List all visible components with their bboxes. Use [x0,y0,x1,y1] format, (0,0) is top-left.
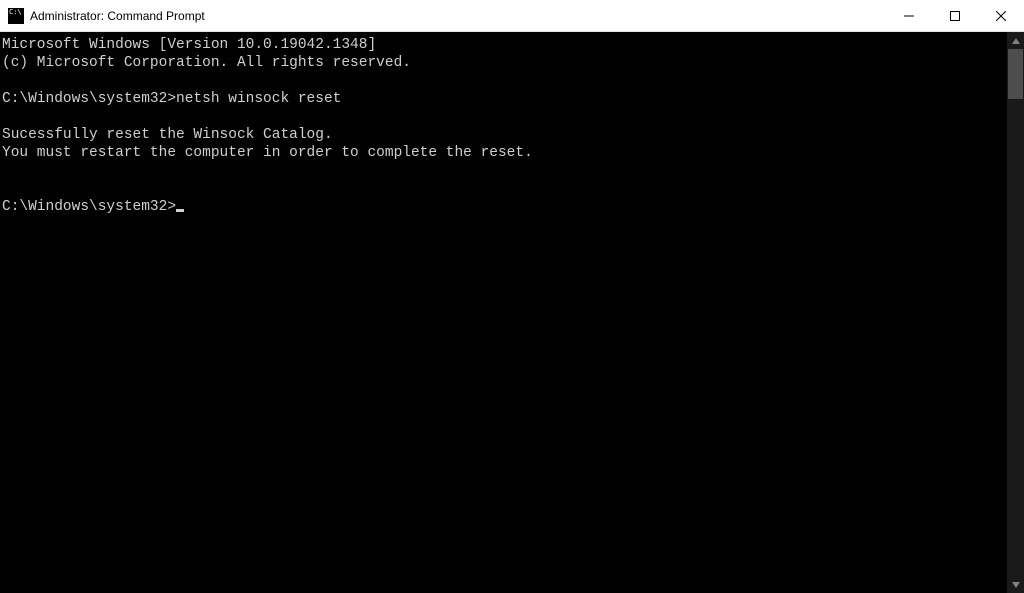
scroll-thumb[interactable] [1008,49,1023,99]
maximize-icon [950,11,960,21]
chevron-down-icon [1012,582,1020,588]
window-controls [886,0,1024,31]
maximize-button[interactable] [932,0,978,31]
minimize-button[interactable] [886,0,932,31]
cursor [176,209,184,212]
content-area: Microsoft Windows [Version 10.0.19042.13… [0,32,1024,593]
terminal-output[interactable]: Microsoft Windows [Version 10.0.19042.13… [0,32,1007,593]
cmd-icon [8,8,24,24]
titlebar-left: Administrator: Command Prompt [0,8,205,24]
close-icon [996,11,1006,21]
window-title: Administrator: Command Prompt [30,9,205,23]
scroll-down-arrow[interactable] [1007,576,1024,593]
minimize-icon [904,11,914,21]
scroll-up-arrow[interactable] [1007,32,1024,49]
close-button[interactable] [978,0,1024,31]
vertical-scrollbar[interactable] [1007,32,1024,593]
chevron-up-icon [1012,38,1020,44]
titlebar: Administrator: Command Prompt [0,0,1024,32]
